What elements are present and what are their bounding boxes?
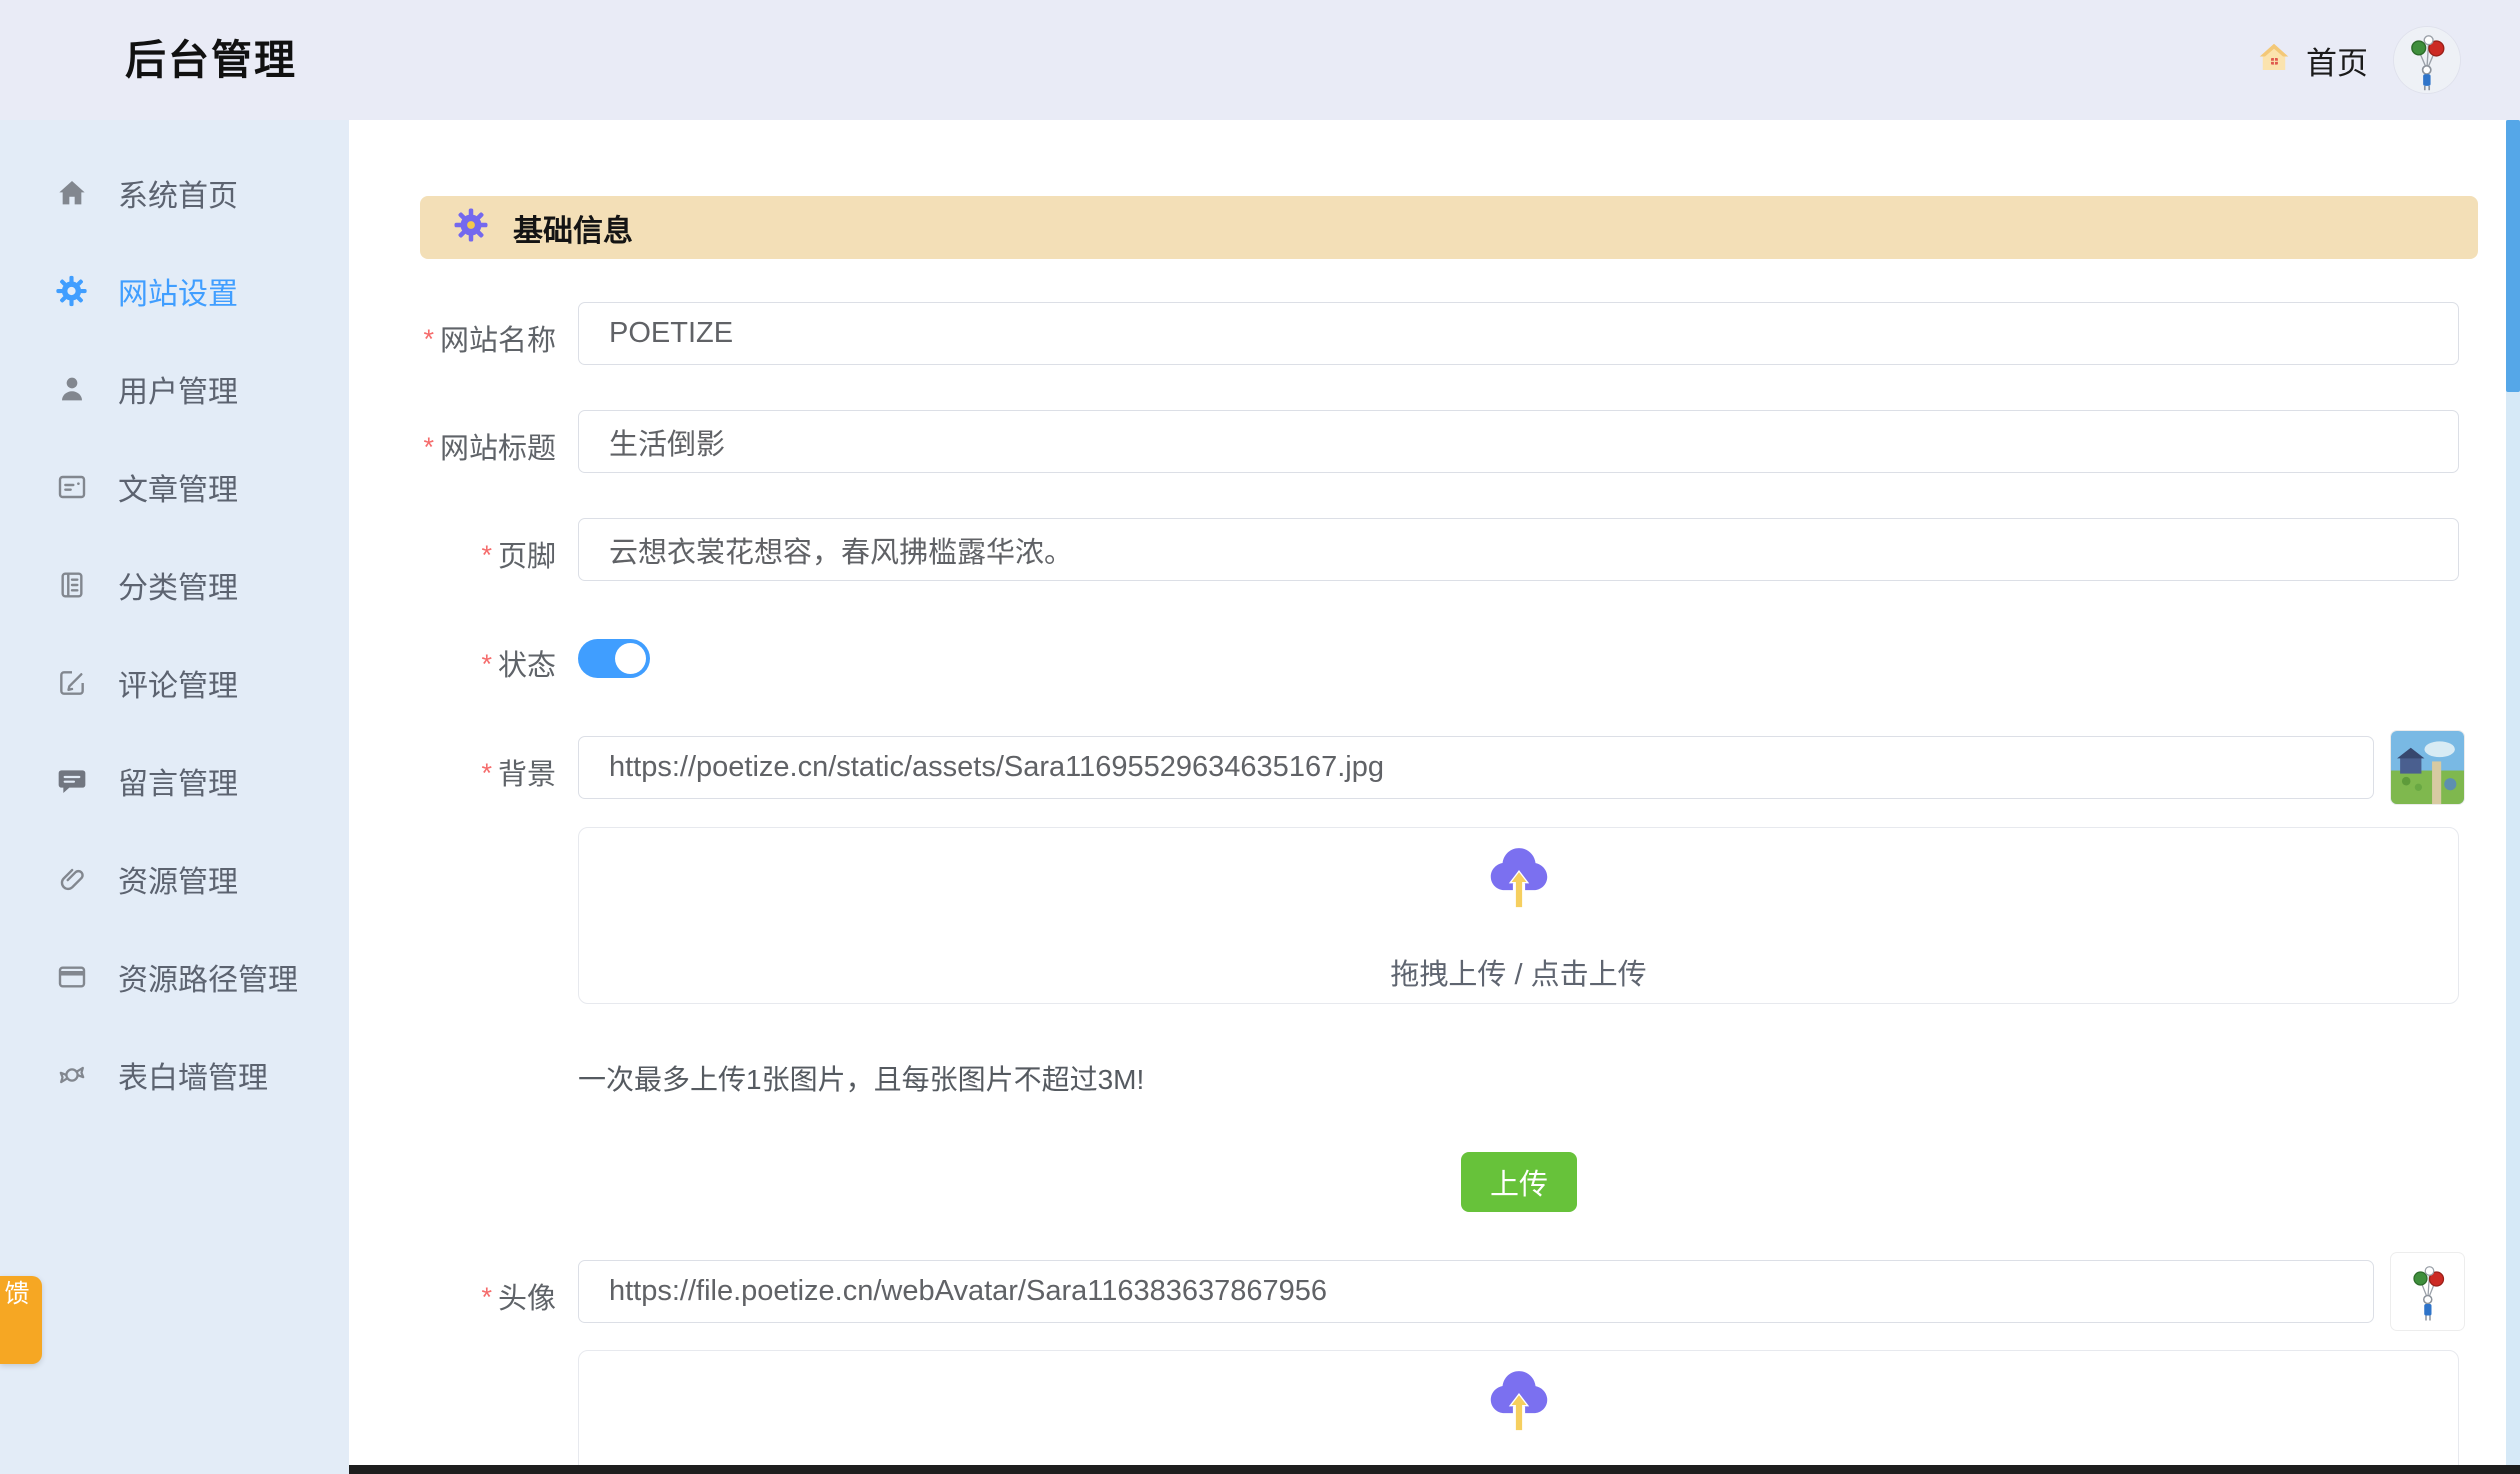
header-right: 首页 <box>2256 0 2460 120</box>
avatar-thumbnail[interactable] <box>2391 1253 2464 1330</box>
feedback-badge[interactable]: 意见反馈 <box>0 1276 42 1364</box>
bank-card-icon <box>55 961 88 994</box>
toggle-knob <box>615 643 646 674</box>
sidebar-item-article-management[interactable]: 文章管理 <box>0 438 349 536</box>
user-avatar[interactable] <box>2394 27 2460 93</box>
sidebar: 系统首页 网站设置 用户管理 文章管理 分类管理 评论管理 留言管理 资源管理 … <box>0 120 349 1474</box>
sidebar-item-label: 网站设置 <box>118 278 238 311</box>
gear-icon <box>453 207 489 248</box>
message-icon <box>55 765 88 798</box>
background-thumbnail[interactable] <box>2391 731 2464 804</box>
background-label: * 背景 <box>481 758 556 791</box>
status-toggle[interactable] <box>578 639 650 678</box>
sidebar-item-label: 用户管理 <box>118 376 238 409</box>
sidebar-item-label: 评论管理 <box>118 670 238 703</box>
background-upload-dropzone[interactable]: 拖拽上传 / 点击上传 <box>578 827 2459 1004</box>
sidebar-item-user-management[interactable]: 用户管理 <box>0 340 349 438</box>
avatar-label: * 头像 <box>481 1282 556 1315</box>
required-mark: * <box>423 324 434 354</box>
required-mark: * <box>423 432 434 462</box>
category-icon <box>55 569 88 602</box>
sidebar-item-message-management[interactable]: 留言管理 <box>0 732 349 830</box>
background-url-input[interactable] <box>578 736 2374 799</box>
footer-input[interactable] <box>578 518 2459 581</box>
sidebar-item-comment-management[interactable]: 评论管理 <box>0 634 349 732</box>
admin-page: 后台管理 首页 系统首页 网站设置 用户管理 文章管理 分类管理 评论管理 留言… <box>0 0 2520 1474</box>
sidebar-item-resource-management[interactable]: 资源管理 <box>0 830 349 928</box>
bottom-edge-strip <box>349 1465 2520 1474</box>
gear-icon <box>55 275 88 308</box>
required-mark: * <box>481 649 492 679</box>
status-label: * 状态 <box>481 649 556 682</box>
sidebar-item-label: 资源路径管理 <box>118 964 298 997</box>
upload-button[interactable]: 上传 <box>1461 1152 1577 1212</box>
avatar-upload-dropzone[interactable] <box>578 1350 2459 1474</box>
comment-edit-icon <box>55 667 88 700</box>
site-name-input[interactable] <box>578 302 2459 365</box>
home-link[interactable]: 首页 <box>2256 38 2368 83</box>
site-title-label: * 网站标题 <box>423 432 556 465</box>
user-icon <box>55 373 88 406</box>
required-mark: * <box>481 758 492 788</box>
avatar-url-input[interactable] <box>578 1260 2374 1323</box>
app-title: 后台管理 <box>125 37 297 83</box>
vertical-scrollbar[interactable] <box>2506 120 2520 1474</box>
sidebar-item-confession-wall-management[interactable]: 表白墙管理 <box>0 1026 349 1124</box>
house-icon <box>2256 40 2292 81</box>
sidebar-item-label: 文章管理 <box>118 474 238 507</box>
main-content: 基础信息 *网站名称 *网站标题 *页脚 *状态 *背景 <box>349 120 2520 1474</box>
sidebar-item-label: 分类管理 <box>118 572 238 605</box>
feedback-badge-label: 意见反馈 <box>1 1280 29 1307</box>
paperclip-icon <box>55 863 88 896</box>
home-icon <box>55 177 88 210</box>
upload-hint-text: 拖拽上传 / 点击上传 <box>1390 959 1647 991</box>
sidebar-menu: 系统首页 网站设置 用户管理 文章管理 分类管理 评论管理 留言管理 资源管理 … <box>0 120 349 1124</box>
sidebar-item-label: 留言管理 <box>118 768 238 801</box>
footer-label: * 页脚 <box>481 540 556 573</box>
sidebar-item-system-home[interactable]: 系统首页 <box>0 144 349 242</box>
candy-icon <box>55 1059 88 1092</box>
sidebar-item-site-settings[interactable]: 网站设置 <box>0 242 349 340</box>
site-name-label: * 网站名称 <box>423 324 556 357</box>
sidebar-item-label: 系统首页 <box>118 180 238 213</box>
top-header: 后台管理 首页 <box>0 0 2520 120</box>
upload-tip-text: 一次最多上传1张图片，且每张图片不超过3M! <box>578 1064 1145 1095</box>
article-icon <box>55 471 88 504</box>
required-mark: * <box>481 540 492 570</box>
sidebar-item-label: 资源管理 <box>118 866 238 899</box>
sidebar-item-category-management[interactable]: 分类管理 <box>0 536 349 634</box>
sidebar-item-resource-path-management[interactable]: 资源路径管理 <box>0 928 349 1026</box>
scrollbar-thumb[interactable] <box>2506 120 2520 392</box>
section-title: 基础信息 <box>513 214 633 248</box>
section-header-basic-info: 基础信息 <box>420 196 2478 259</box>
sidebar-item-label: 表白墙管理 <box>118 1062 268 1095</box>
home-link-label: 首页 <box>2306 45 2368 81</box>
upload-cloud-icon <box>579 1367 2458 1448</box>
site-title-input[interactable] <box>578 410 2459 473</box>
upload-cloud-icon <box>579 844 2458 925</box>
required-mark: * <box>481 1282 492 1312</box>
